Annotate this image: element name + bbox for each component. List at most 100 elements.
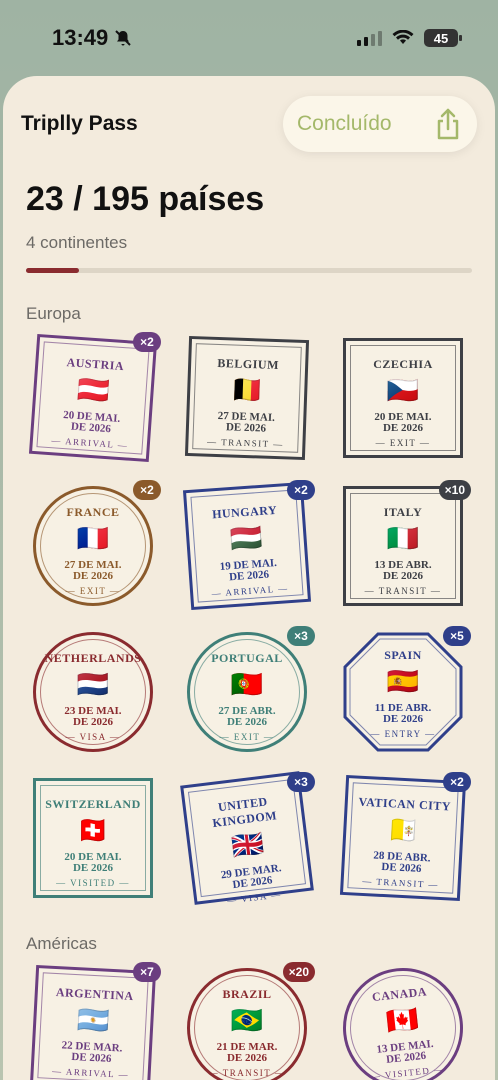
flag-icon: 🇬🇧 xyxy=(230,829,266,863)
stamp-frame: HUNGARY 🇭🇺 19 DE MAI. DE 2026— ARRIVAL — xyxy=(182,481,312,611)
stamp-date-line: DE 2026 xyxy=(381,860,422,875)
stamp-canada[interactable]: CANADA 🇨🇦 13 DE MAI. DE 2026— VISITED — xyxy=(333,960,473,1080)
stamp-brazil[interactable]: BRAZIL 🇧🇷 21 DE MAR. DE 2026 — TRANSIT — ×20 xyxy=(177,960,317,1080)
visit-count-badge: ×20 xyxy=(282,962,315,982)
country-count: 23 / 195 países xyxy=(26,180,265,218)
stamp-country-name: CANADA xyxy=(371,984,428,1005)
stamp-kind: — TRANSIT — xyxy=(206,436,284,450)
done-button[interactable]: Concluído xyxy=(297,112,392,136)
visit-count-badge: ×2 xyxy=(133,480,161,500)
stamp-kind: — EXIT — xyxy=(375,438,431,448)
visit-count-badge: ×3 xyxy=(287,772,315,792)
stamp-austria[interactable]: AUSTRIA 🇦🇹 20 DE MAI. DE 2026— ARRIVAL — ×2 xyxy=(23,330,163,470)
stamp-united-kingdom[interactable]: UNITED KINGDOM 🇬🇧 29 DE MAR. DE 2026— VISA … xyxy=(177,770,317,910)
stamp-kind: — ENTRY — xyxy=(370,729,436,739)
stamp-date: 27 DE MAI. DE 2026 xyxy=(217,410,276,435)
flag-icon: 🇦🇷 xyxy=(76,1005,111,1037)
visit-count-badge: ×3 xyxy=(287,626,315,646)
stamp-argentina[interactable]: ARGENTINA 🇦🇷 22 DE MAR. DE 2026— ARRIVAL — ×… xyxy=(23,960,163,1080)
stamp-date: 27 DE ABR. DE 2026 xyxy=(218,706,275,728)
battery-icon: 45 xyxy=(424,29,462,47)
flag-icon: 🇮🇹 xyxy=(386,524,420,554)
stamp-country-name: CZECHIA xyxy=(373,357,433,371)
stamp-date: 23 DE MAI. DE 2026 xyxy=(64,706,121,728)
stamp-country-name: VATICAN CITY xyxy=(358,794,452,814)
stamp-vatican-city[interactable]: VATICAN CITY 🇻🇦 28 DE ABR. DE 2026— TRANSIT… xyxy=(333,770,473,910)
stamp-switzerland[interactable]: SWITZERLAND 🇨🇭 20 DE MAI. DE 2026 — VISITED … xyxy=(23,770,163,910)
stamp-date: 22 DE MAR. DE 2026 xyxy=(61,1039,122,1065)
visit-count-badge: ×5 xyxy=(443,626,471,646)
flag-icon: 🇭🇺 xyxy=(229,522,264,556)
stamp-france[interactable]: FRANCE 🇫🇷 27 DE MAI. DE 2026 — EXIT — ×2 xyxy=(23,478,163,618)
stamp-date-line: DE 2026 xyxy=(225,421,267,435)
stamp-country-name: ITALY xyxy=(383,505,423,519)
stamp-kind: — TRANSIT — xyxy=(362,875,440,890)
stamp-country-name: HUNGARY xyxy=(211,502,278,522)
signal-icon xyxy=(357,30,382,46)
stamp-frame: SWITZERLAND 🇨🇭 20 DE MAI. DE 2026 — VISITED … xyxy=(33,778,153,898)
stamp-kind: — VISA — xyxy=(226,889,283,906)
stamp-belgium[interactable]: BELGIUM 🇧🇪 27 DE MAI. DE 2026— TRANSIT — xyxy=(177,330,317,470)
stamp-country-name: BRAZIL xyxy=(222,987,272,1001)
flag-icon: 🇨🇿 xyxy=(386,376,420,406)
stamp-frame: AUSTRIA 🇦🇹 20 DE MAI. DE 2026— ARRIVAL — xyxy=(28,333,158,463)
stamp-kind: — ARRIVAL — xyxy=(51,435,129,451)
flag-icon: 🇨🇭 xyxy=(76,816,110,846)
visit-count-badge: ×2 xyxy=(133,332,161,352)
flag-icon: 🇧🇷 xyxy=(230,1006,264,1036)
progress-fill xyxy=(26,268,79,273)
flag-icon: 🇦🇹 xyxy=(76,374,111,408)
stamp-italy[interactable]: ITALY 🇮🇹 13 DE ABR. DE 2026 — TRANSIT — ×10 xyxy=(333,478,473,618)
stamp-date: 27 DE MAI. DE 2026 xyxy=(64,560,121,582)
stamp-kind: — VISA — xyxy=(65,732,121,742)
stamp-frame: ITALY 🇮🇹 13 DE ABR. DE 2026 — TRANSIT — xyxy=(343,486,463,606)
flag-icon: 🇻🇦 xyxy=(386,815,421,847)
stamp-spain[interactable]: SPAIN 🇪🇸 11 DE ABR. DE 2026 — ENTRY — ×5 xyxy=(333,624,473,764)
stamp-kind: — TRANSIT — xyxy=(364,586,442,596)
section-title-europe: Europa xyxy=(26,304,81,323)
stamp-date-line: DE 2026 xyxy=(226,1052,268,1064)
stamp-date-line: DE 2026 xyxy=(72,570,113,582)
stamp-date-line: DE 2026 xyxy=(228,568,270,584)
sheet-header: Triplly Pass Concluído xyxy=(3,76,495,172)
visit-count-badge: ×7 xyxy=(133,962,161,982)
stamp-netherlands[interactable]: NETHERLANDS 🇳🇱 23 DE MAI. DE 2026 — VISA — xyxy=(23,624,163,764)
passport-sheet: Triplly Pass Concluído 23 / 195 países 4… xyxy=(3,76,495,1080)
stamp-kind: — EXIT — xyxy=(65,586,121,596)
stamp-hungary[interactable]: HUNGARY 🇭🇺 19 DE MAI. DE 2026— ARRIVAL — ×2 xyxy=(177,478,317,618)
bell-slash-icon xyxy=(115,30,131,46)
stamp-country-name: ARGENTINA xyxy=(55,985,135,1004)
stamp-frame: VATICAN CITY 🇻🇦 28 DE ABR. DE 2026— TRANSIT… xyxy=(339,774,467,902)
stamp-date: 21 DE MAR. DE 2026 xyxy=(217,1042,278,1064)
stamp-country-name: FRANCE xyxy=(66,505,120,519)
flag-icon: 🇧🇪 xyxy=(230,375,264,407)
stamp-date-line: DE 2026 xyxy=(70,420,112,436)
stamp-portugal[interactable]: PORTUGAL 🇵🇹 27 DE ABR. DE 2026 — EXIT — ×3 xyxy=(177,624,317,764)
stamp-date-line: DE 2026 xyxy=(72,862,113,874)
stamp-kind: — TRANSIT — xyxy=(208,1068,286,1078)
status-time: 13:49 xyxy=(52,25,132,51)
stamp-date: 29 DE MAR. DE 2026 xyxy=(220,862,283,892)
visit-count-badge: ×2 xyxy=(443,772,471,792)
stamp-frame: CANADA 🇨🇦 13 DE MAI. DE 2026— VISITED — xyxy=(337,962,469,1080)
flag-icon: 🇫🇷 xyxy=(76,524,110,554)
stamp-country-name: NETHERLANDS xyxy=(44,651,142,665)
stamp-frame: BRAZIL 🇧🇷 21 DE MAR. DE 2026 — TRANSIT — xyxy=(187,968,307,1080)
stamp-date-line: DE 2026 xyxy=(382,570,424,582)
stamp-country-name: AUSTRIA xyxy=(66,355,125,374)
stamp-czechia[interactable]: CZECHIA 🇨🇿 20 DE MAI. DE 2026 — EXIT — xyxy=(333,330,473,470)
visit-count-badge: ×10 xyxy=(438,480,471,500)
stamp-kind: — VISITED — xyxy=(56,878,130,888)
wifi-icon xyxy=(392,30,414,44)
status-indicators: 45 xyxy=(357,29,462,47)
stamp-date-line: DE 2026 xyxy=(382,713,423,725)
stamp-country-name: PORTUGAL xyxy=(211,651,283,665)
stamp-date: 20 DE MAI. DE 2026 xyxy=(374,412,431,434)
stamp-kind: — EXIT — xyxy=(219,732,275,742)
share-icon[interactable] xyxy=(433,107,463,141)
stamp-frame: NETHERLANDS 🇳🇱 23 DE MAI. DE 2026 — VISA — xyxy=(33,632,153,752)
flag-icon: 🇨🇦 xyxy=(384,1004,420,1038)
stamp-country-name: BELGIUM xyxy=(217,355,280,373)
stamp-date-line: DE 2026 xyxy=(382,422,423,434)
continent-count: 4 continentes xyxy=(26,233,128,252)
